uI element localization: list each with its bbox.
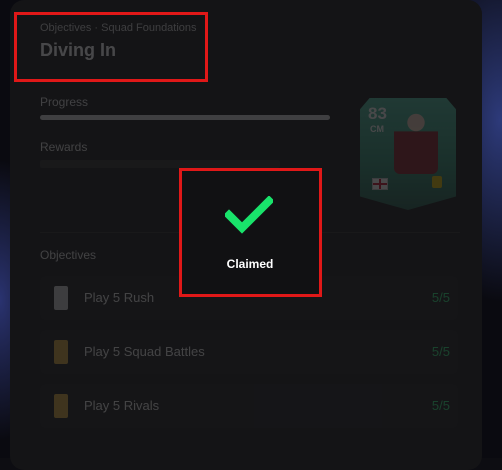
objective-progress: 5/5 bbox=[431, 398, 450, 413]
objective-item[interactable]: Play 5 Rivals 5/5 bbox=[40, 384, 458, 428]
breadcrumb[interactable]: Objectives · Squad Foundations bbox=[40, 22, 197, 34]
pack-icon bbox=[54, 340, 68, 364]
claimed-overlay: Claimed bbox=[181, 170, 319, 295]
player-card[interactable]: 83 CM bbox=[360, 98, 456, 210]
pack-icon bbox=[54, 394, 68, 418]
card-rating: 83 bbox=[368, 104, 387, 123]
page-title: Diving In bbox=[40, 40, 116, 60]
claimed-label: Claimed bbox=[226, 257, 274, 271]
progress-bar bbox=[40, 115, 330, 120]
objective-label: Play 5 Rush bbox=[84, 290, 155, 305]
pack-icon bbox=[54, 286, 68, 310]
progress-fill bbox=[40, 115, 330, 120]
nation-flag-icon bbox=[372, 178, 388, 190]
checkmark-icon bbox=[225, 196, 273, 234]
reward-description bbox=[40, 160, 280, 168]
objective-progress: 5/5 bbox=[431, 290, 450, 305]
objective-label: Play 5 Rivals bbox=[84, 398, 160, 413]
objective-item[interactable]: Play 5 Squad Battles 5/5 bbox=[40, 330, 458, 374]
objectives-label: Objectives bbox=[40, 248, 97, 262]
player-image bbox=[394, 108, 438, 174]
objective-progress: 5/5 bbox=[431, 344, 450, 359]
rewards-label: Rewards bbox=[40, 140, 88, 154]
card-position: CM bbox=[370, 124, 384, 134]
objective-label: Play 5 Squad Battles bbox=[84, 344, 205, 359]
progress-label: Progress bbox=[40, 95, 89, 109]
club-badge-icon bbox=[432, 176, 442, 188]
